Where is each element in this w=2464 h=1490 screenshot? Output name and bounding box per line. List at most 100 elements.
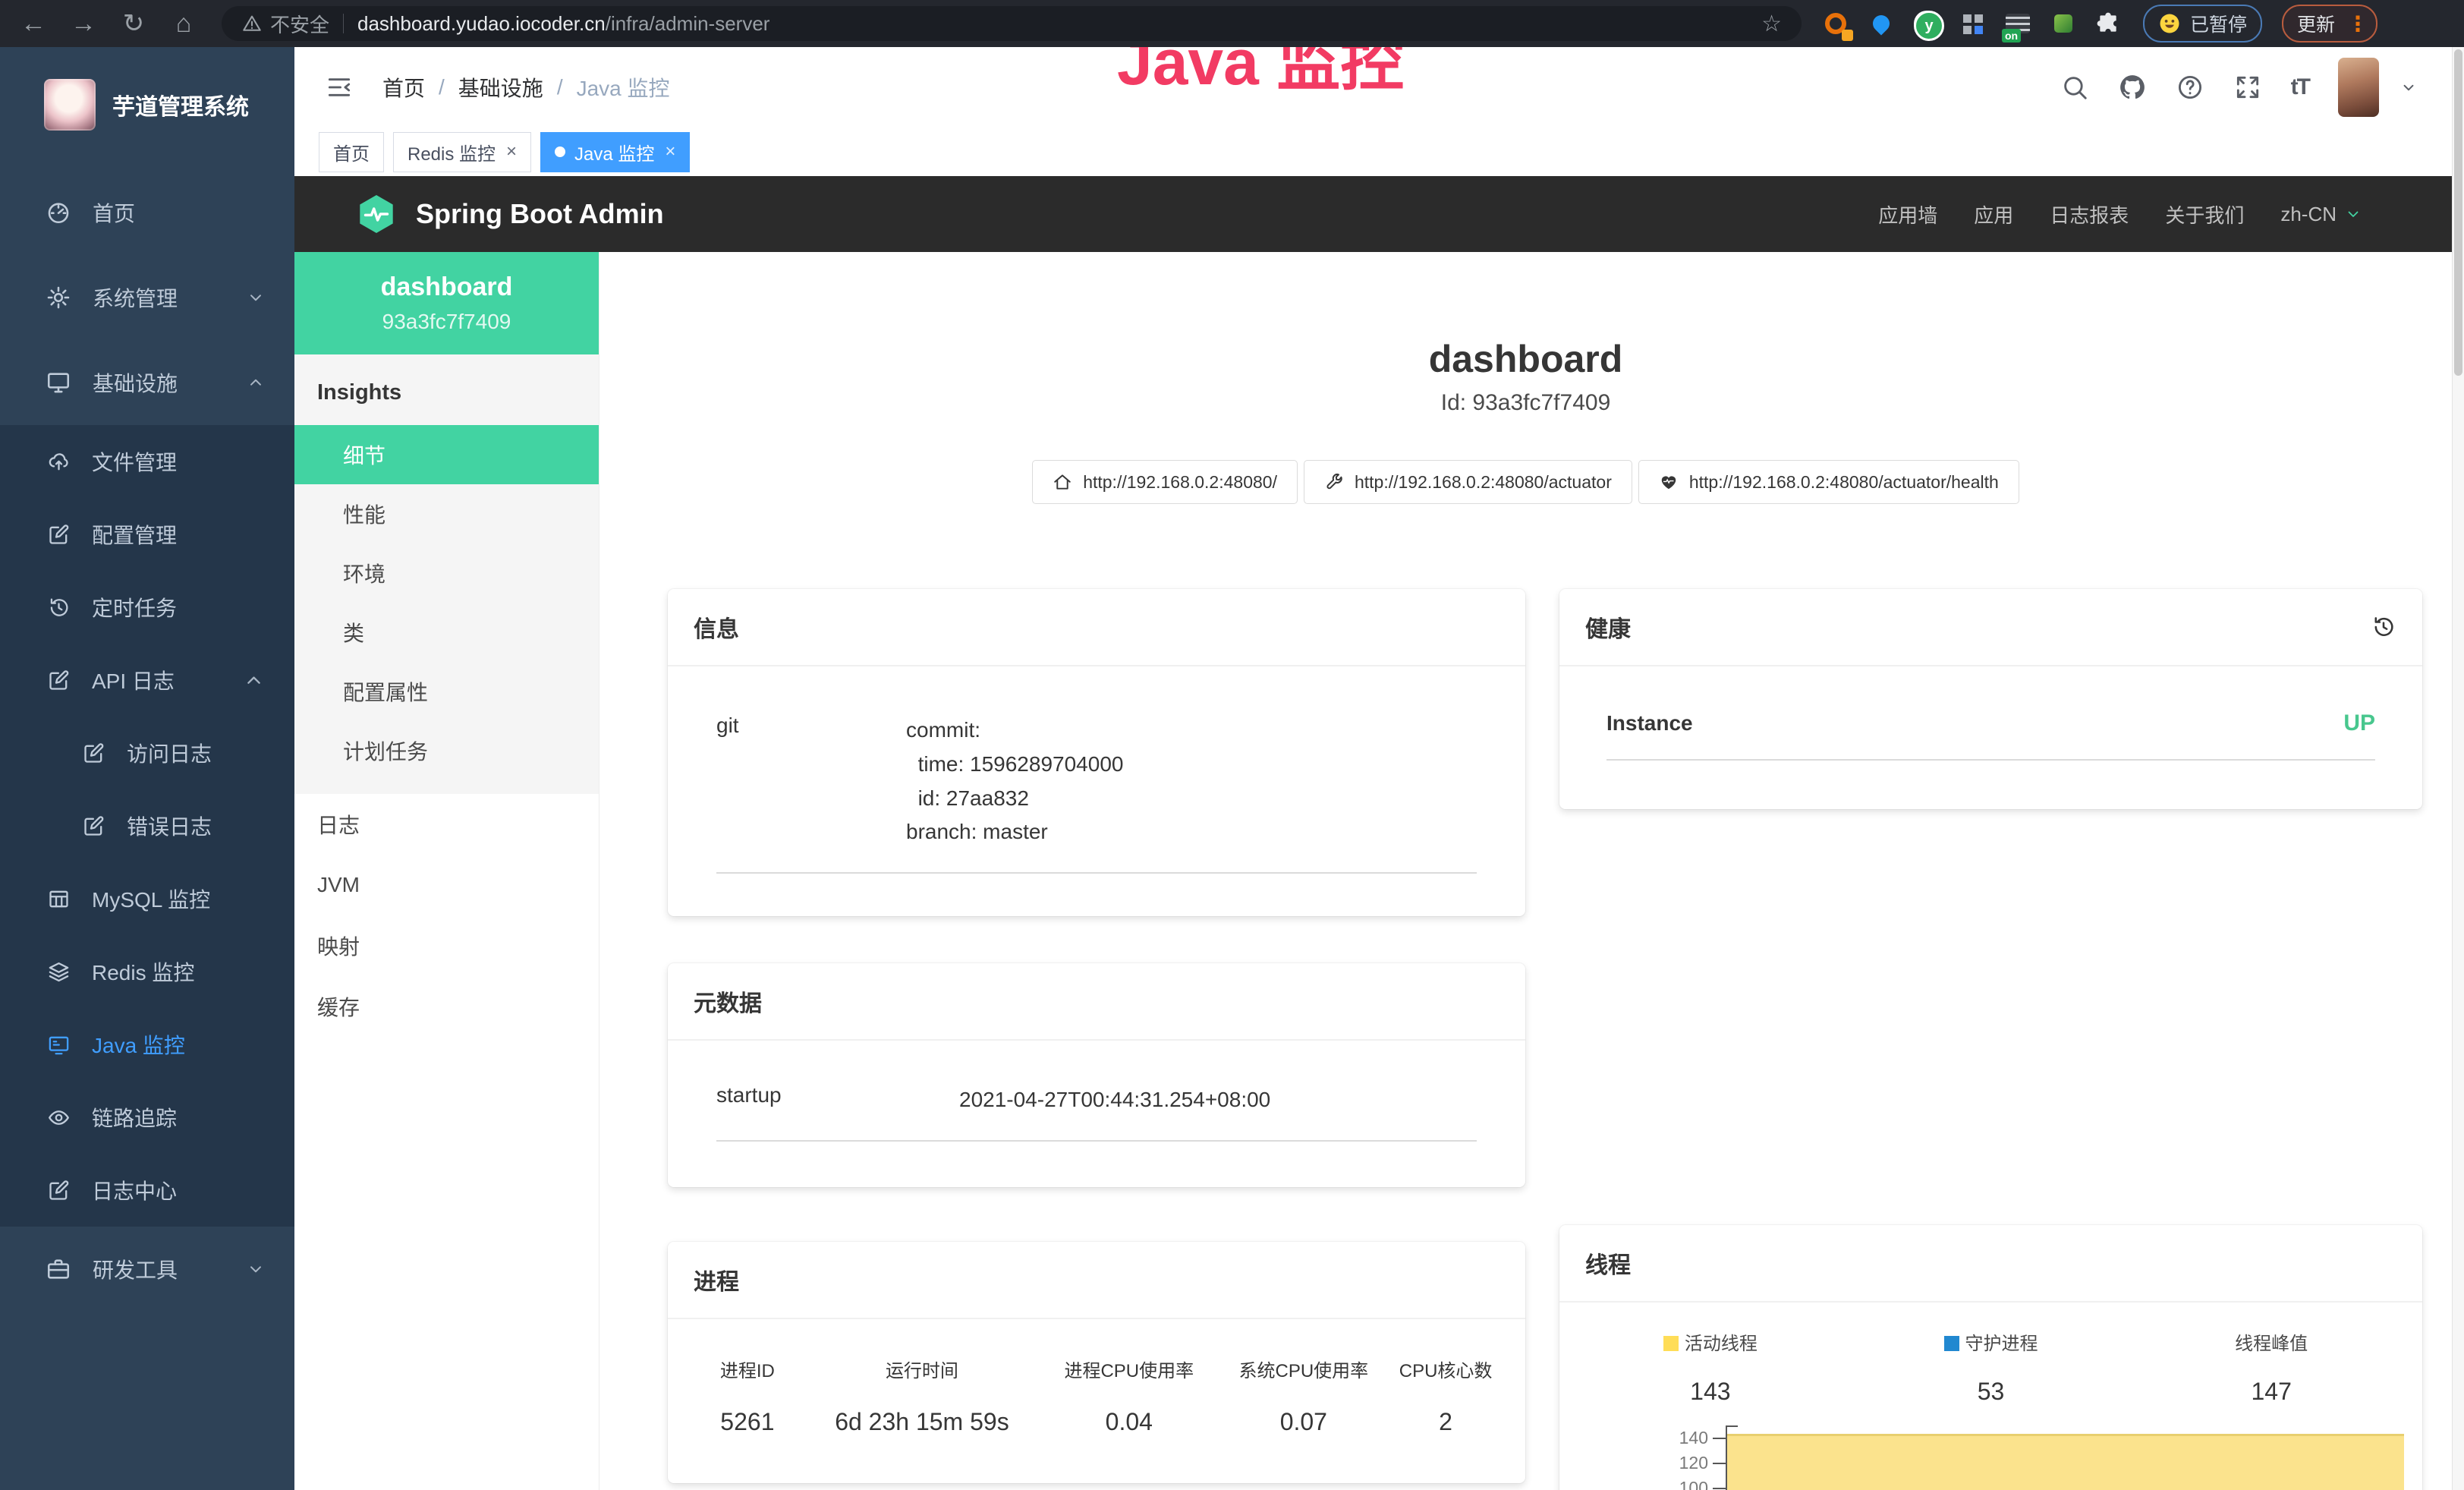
not-secure-warning-icon[interactable] (241, 13, 263, 34)
paused-badge[interactable]: 已暂停 (2143, 5, 2262, 43)
instance-link-1[interactable]: http://192.168.0.2:48080/actuator (1304, 460, 1632, 504)
breadcrumb: 首页/基础设施/Java 监控 (382, 72, 670, 102)
sba-brand[interactable]: Spring Boot Admin (355, 191, 664, 238)
back-icon[interactable]: ← (17, 9, 50, 39)
insights-item-5[interactable]: 计划任务 (294, 721, 599, 780)
sidebar-item-label: 定时任务 (92, 592, 177, 622)
menu-fold-icon[interactable] (325, 73, 354, 102)
sidebar-item-8[interactable]: 错误日志 (0, 789, 294, 862)
extensions-puzzle-icon[interactable] (2096, 11, 2120, 36)
reload-icon[interactable]: ↻ (117, 8, 150, 39)
y-tick-mark (1713, 1463, 1726, 1464)
sidebar-item-1[interactable]: 系统管理 (0, 255, 294, 340)
instance-name: dashboard (381, 272, 513, 302)
layers-icon (47, 960, 71, 984)
sidebar-item-11[interactable]: Java 监控 (0, 1008, 294, 1081)
sba-nav-link-1[interactable]: 应用 (1974, 200, 2013, 228)
extension-on-switch-icon[interactable] (2005, 11, 2031, 36)
sidebar-item-10[interactable]: Redis 监控 (0, 935, 294, 1008)
sidebar-item-label: 日志中心 (92, 1175, 177, 1205)
sba-sidebar-item-3[interactable]: 缓存 (294, 976, 599, 1037)
browser-update-button[interactable]: 更新 ⋮ (2282, 5, 2377, 43)
breadcrumb-separator: / (557, 75, 563, 99)
insights-item-4[interactable]: 配置属性 (294, 662, 599, 721)
insights-section: Insights 细节性能环境类配置属性计划任务 (294, 354, 599, 794)
sidebar-item-label: 错误日志 (127, 811, 212, 841)
legend-swatch (1944, 1336, 1959, 1351)
avatar[interactable] (2338, 58, 2379, 117)
sidebar-item-2[interactable]: 基础设施 (0, 340, 294, 425)
process-col-value: 0.07 (1218, 1408, 1389, 1436)
tab-1[interactable]: Redis 监控× (393, 132, 531, 172)
process-col-0: 进程ID5261 (691, 1356, 804, 1436)
process-col-2: 进程CPU使用率0.04 (1040, 1356, 1218, 1436)
extension-grid-icon[interactable] (1959, 11, 1985, 36)
search-icon[interactable] (2060, 73, 2089, 102)
extension-orange-icon[interactable] (1823, 11, 1849, 36)
sidebar-item-4[interactable]: 配置管理 (0, 498, 294, 571)
sidebar-item-6[interactable]: API 日志 (0, 644, 294, 717)
tab-2[interactable]: Java 监控× (540, 132, 690, 172)
process-col-header: CPU核心数 (1389, 1356, 1503, 1382)
sidebar-item-14[interactable]: 研发工具 (0, 1227, 294, 1312)
instance-link-2[interactable]: http://192.168.0.2:48080/actuator/health (1638, 460, 2019, 504)
browser-home-icon[interactable]: ⌂ (167, 9, 200, 39)
breadcrumb-item[interactable]: 首页 (382, 72, 425, 102)
fullscreen-icon[interactable] (2233, 73, 2262, 102)
scrollbar-thumb[interactable] (2454, 49, 2462, 376)
sba-nav-link-2[interactable]: 日志报表 (2050, 200, 2129, 228)
sba-nav-link-3[interactable]: 关于我们 (2165, 200, 2244, 228)
instance-link-label: http://192.168.0.2:48080/actuator/health (1689, 472, 1999, 493)
extension-green-icon[interactable] (2050, 11, 2076, 36)
close-tab-icon[interactable]: × (506, 141, 517, 162)
insights-item-2[interactable]: 环境 (294, 543, 599, 603)
forward-icon[interactable]: → (67, 9, 100, 39)
sidebar-item-label: 文件管理 (92, 446, 177, 477)
insights-item-0[interactable]: 细节 (294, 425, 599, 484)
sidebar-submenu: 文件管理配置管理定时任务 API 日志访问日志错误日志 MySQL 监控Redis … (0, 425, 294, 1227)
y-tick-mark (1713, 1488, 1726, 1489)
instance-link-label: http://192.168.0.2:48080/actuator (1355, 472, 1612, 493)
sba-sidebar-item-2[interactable]: 映射 (294, 915, 599, 976)
sidebar-item-0[interactable]: 首页 (0, 170, 294, 255)
threads-chart: 140120100 (1570, 1425, 2412, 1490)
extensions-row (1823, 11, 2120, 36)
metadata-row-value: 2021-04-27T00:44:31.254+08:00 (959, 1083, 1270, 1117)
sidebar-item-5[interactable]: 定时任务 (0, 571, 294, 644)
font-size-icon[interactable]: tT (2291, 74, 2309, 100)
sba-nav-link-0[interactable]: 应用墙 (1878, 200, 1937, 228)
help-icon[interactable] (2176, 73, 2204, 102)
instance-links: http://192.168.0.2:48080/http://192.168.… (599, 460, 2452, 504)
address-bar[interactable]: 不安全 dashboard.yudao.iocoder.cn /infra/ad… (222, 6, 1802, 41)
sba-sidebar-item-1[interactable]: JVM (294, 855, 599, 915)
tab-0[interactable]: 首页 (319, 132, 384, 172)
legend-item-1: 守护进程53 (1851, 1328, 2132, 1406)
health-history-icon[interactable] (2371, 614, 2396, 640)
github-icon[interactable] (2118, 73, 2147, 102)
extension-pin-icon[interactable] (1868, 11, 1894, 36)
instance-link-0[interactable]: http://192.168.0.2:48080/ (1032, 460, 1298, 504)
breadcrumb-item[interactable]: 基础设施 (458, 72, 543, 102)
paused-label: 已暂停 (2190, 10, 2247, 37)
insights-item-1[interactable]: 性能 (294, 484, 599, 543)
close-tab-icon[interactable]: × (665, 141, 675, 162)
sidebar-item-9[interactable]: MySQL 监控 (0, 862, 294, 935)
sidebar-item-12[interactable]: 链路追踪 (0, 1081, 294, 1154)
extension-y-icon[interactable] (1914, 11, 1940, 36)
info-card-title: 信息 (694, 610, 739, 644)
health-card-title: 健康 (1585, 610, 1631, 644)
app-logo-row[interactable]: 芋道管理系统 (0, 47, 294, 153)
locale-selector[interactable]: zh-CN (2280, 203, 2362, 226)
chevron-down-icon[interactable] (2399, 77, 2418, 97)
sidebar-item-3[interactable]: 文件管理 (0, 425, 294, 498)
info-row-label: git (716, 713, 906, 738)
sidebar-item-7[interactable]: 访问日志 (0, 717, 294, 789)
edit-icon (47, 523, 71, 547)
insights-item-3[interactable]: 类 (294, 603, 599, 662)
bookmark-star-icon[interactable]: ☆ (1761, 11, 1782, 37)
instance-header[interactable]: dashboard 93a3fc7f7409 (294, 252, 599, 354)
sidebar-item-13[interactable]: 日志中心 (0, 1154, 294, 1227)
screen: ← → ↻ ⌂ 不安全 dashboard.yudao.iocoder.cn /… (0, 0, 2464, 1490)
sba-sidebar-item-0[interactable]: 日志 (294, 794, 599, 855)
browser-menu-kebab-icon[interactable]: ⋮ (2347, 11, 2368, 36)
